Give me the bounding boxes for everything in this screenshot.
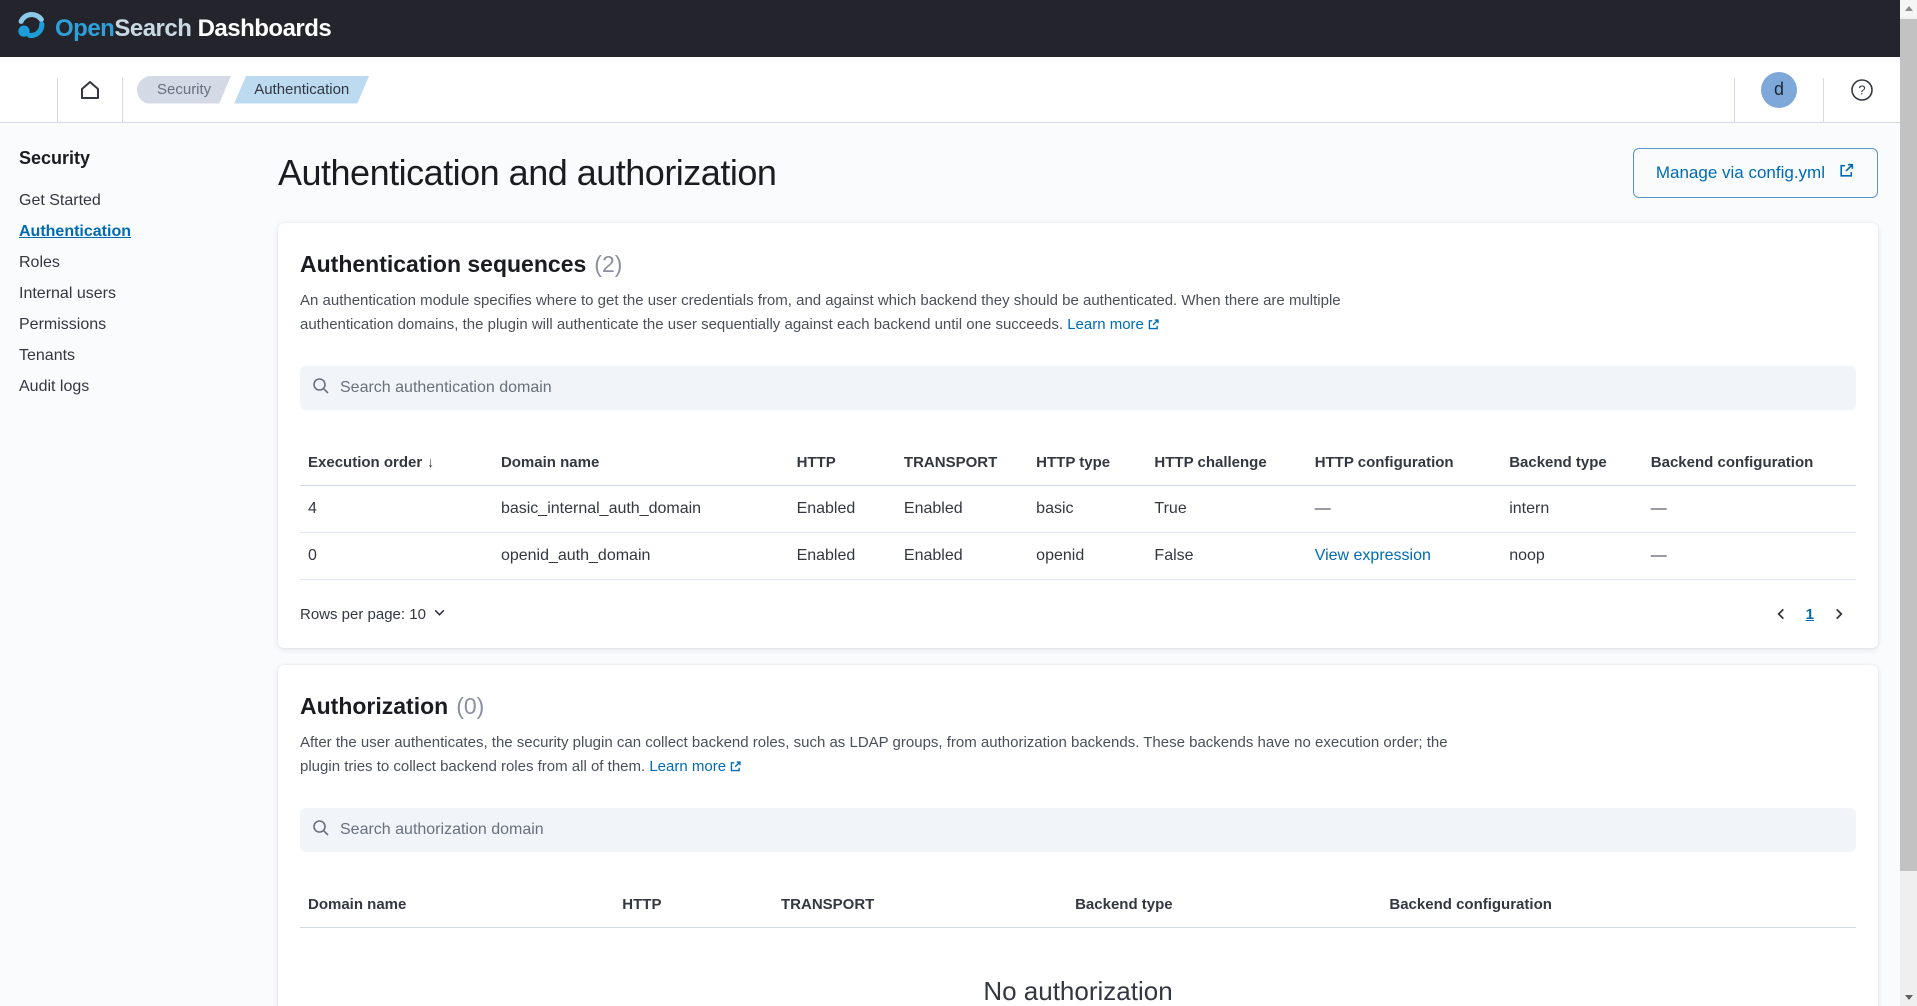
cell-execution-order: 4	[300, 486, 493, 533]
column-backend-configuration[interactable]: Backend configuration	[1643, 440, 1856, 486]
divider	[122, 78, 123, 122]
rows-per-page-selector[interactable]: Rows per page: 10	[300, 606, 446, 623]
cell-backend-configuration: —	[1643, 533, 1856, 580]
cell-http-challenge: True	[1146, 486, 1306, 533]
cell-domain-name: openid_auth_domain	[493, 533, 789, 580]
authorization-count: (0)	[456, 693, 484, 720]
authentication-sequences-panel: Authentication sequences (2) An authenti…	[278, 223, 1878, 648]
column-backend-type[interactable]: Backend type	[1067, 882, 1381, 928]
divider	[1734, 78, 1735, 122]
authorization-table: Domain name HTTP TRANSPORT Backend type …	[300, 882, 1856, 928]
breadcrumb-bar: Security Authentication d ?	[0, 57, 1900, 123]
app-header: OpenSearch Dashboards	[0, 0, 1900, 57]
search-icon	[312, 377, 330, 400]
home-icon[interactable]	[78, 78, 102, 102]
cell-http: Enabled	[789, 486, 896, 533]
authz-search-box	[300, 808, 1856, 852]
cell-http: Enabled	[789, 533, 896, 580]
search-icon	[312, 819, 330, 842]
scroll-up-icon[interactable]	[1900, 0, 1917, 17]
breadcrumb-security[interactable]: Security	[137, 76, 231, 104]
previous-page-icon[interactable]	[1774, 607, 1788, 621]
cell-http-type: openid	[1028, 533, 1146, 580]
chevron-down-icon	[433, 606, 446, 623]
opensearch-logo[interactable]: OpenSearch Dashboards	[16, 11, 331, 46]
table-header-row: Domain name HTTP TRANSPORT Backend type …	[300, 882, 1856, 928]
authz-search-input[interactable]	[340, 821, 1844, 839]
sort-desc-icon: ↓	[427, 454, 434, 470]
column-http-challenge[interactable]: HTTP challenge	[1146, 440, 1306, 486]
column-http-configuration[interactable]: HTTP configuration	[1307, 440, 1502, 486]
cell-backend-type: intern	[1501, 486, 1643, 533]
opensearch-logo-icon	[16, 11, 46, 46]
auth-sequences-description: An authentication module specifies where…	[300, 289, 1435, 339]
auth-sequences-table: Execution order↓ Domain name HTTP TRANSP…	[300, 440, 1856, 580]
column-domain-name[interactable]: Domain name	[493, 440, 789, 486]
cell-http-configuration: —	[1307, 486, 1502, 533]
cell-http-type: basic	[1028, 486, 1146, 533]
auth-sequences-title: Authentication sequences	[300, 249, 586, 279]
learn-more-link[interactable]: Learn more	[1067, 316, 1160, 333]
sidebar-item-authentication[interactable]: Authentication	[19, 216, 268, 247]
page-number[interactable]: 1	[1806, 606, 1814, 623]
column-http[interactable]: HTTP	[614, 882, 773, 928]
user-avatar[interactable]: d	[1761, 72, 1797, 108]
cell-domain-name: basic_internal_auth_domain	[493, 486, 789, 533]
column-http[interactable]: HTTP	[789, 440, 896, 486]
column-execution-order[interactable]: Execution order↓	[300, 440, 493, 486]
table-row: 0 openid_auth_domain Enabled Enabled ope…	[300, 533, 1856, 580]
sidebar-item-roles[interactable]: Roles	[19, 247, 268, 278]
svg-text:?: ?	[1858, 82, 1865, 97]
external-link-icon	[729, 757, 742, 781]
cell-transport: Enabled	[896, 533, 1028, 580]
divider	[1823, 78, 1824, 122]
column-domain-name[interactable]: Domain name	[300, 882, 614, 928]
column-transport[interactable]: TRANSPORT	[773, 882, 1067, 928]
view-expression-link[interactable]: View expression	[1307, 533, 1502, 580]
breadcrumb-authentication[interactable]: Authentication	[234, 76, 369, 104]
sidebar-item-permissions[interactable]: Permissions	[19, 309, 268, 340]
security-sidebar: Security Get Started Authentication Role…	[0, 123, 278, 1006]
cell-execution-order: 0	[300, 533, 493, 580]
external-link-icon	[1147, 315, 1160, 339]
table-header-row: Execution order↓ Domain name HTTP TRANSP…	[300, 440, 1856, 486]
table-row: 4 basic_internal_auth_domain Enabled Ena…	[300, 486, 1856, 533]
column-http-type[interactable]: HTTP type	[1028, 440, 1146, 486]
scroll-down-icon[interactable]	[1900, 989, 1917, 1006]
sidebar-title: Security	[19, 148, 268, 169]
menu-icon[interactable]	[15, 79, 41, 101]
authorization-panel: Authorization (0) After the user authent…	[278, 665, 1878, 1006]
cell-transport: Enabled	[896, 486, 1028, 533]
divider	[57, 78, 58, 122]
scrollbar-thumb[interactable]	[1900, 19, 1917, 871]
manage-config-button[interactable]: Manage via config.yml	[1633, 148, 1878, 198]
breadcrumb: Security Authentication	[137, 76, 372, 104]
cell-backend-type: noop	[1501, 533, 1643, 580]
cell-http-challenge: False	[1146, 533, 1306, 580]
authorization-title: Authorization	[300, 691, 448, 721]
learn-more-link[interactable]: Learn more	[649, 758, 742, 775]
sidebar-item-get-started[interactable]: Get Started	[19, 185, 268, 216]
help-icon[interactable]: ?	[1850, 78, 1874, 102]
next-page-icon[interactable]	[1832, 607, 1846, 621]
column-backend-configuration[interactable]: Backend configuration	[1381, 882, 1856, 928]
sidebar-item-audit-logs[interactable]: Audit logs	[19, 371, 268, 402]
column-backend-type[interactable]: Backend type	[1501, 440, 1643, 486]
sidebar-item-tenants[interactable]: Tenants	[19, 340, 268, 371]
auth-search-input[interactable]	[340, 379, 1844, 397]
auth-sequences-count: (2)	[594, 251, 622, 278]
external-link-icon	[1838, 162, 1855, 184]
authorization-description: After the user authenticates, the securi…	[300, 731, 1470, 781]
column-transport[interactable]: TRANSPORT	[896, 440, 1028, 486]
sidebar-item-internal-users[interactable]: Internal users	[19, 278, 268, 309]
page-title: Authentication and authorization	[278, 152, 776, 194]
auth-search-box	[300, 366, 1856, 410]
cell-backend-configuration: —	[1643, 486, 1856, 533]
vertical-scrollbar[interactable]	[1900, 0, 1917, 1006]
empty-table-message: No authorization	[300, 976, 1856, 1006]
brand-title: OpenSearch Dashboards	[55, 15, 331, 43]
